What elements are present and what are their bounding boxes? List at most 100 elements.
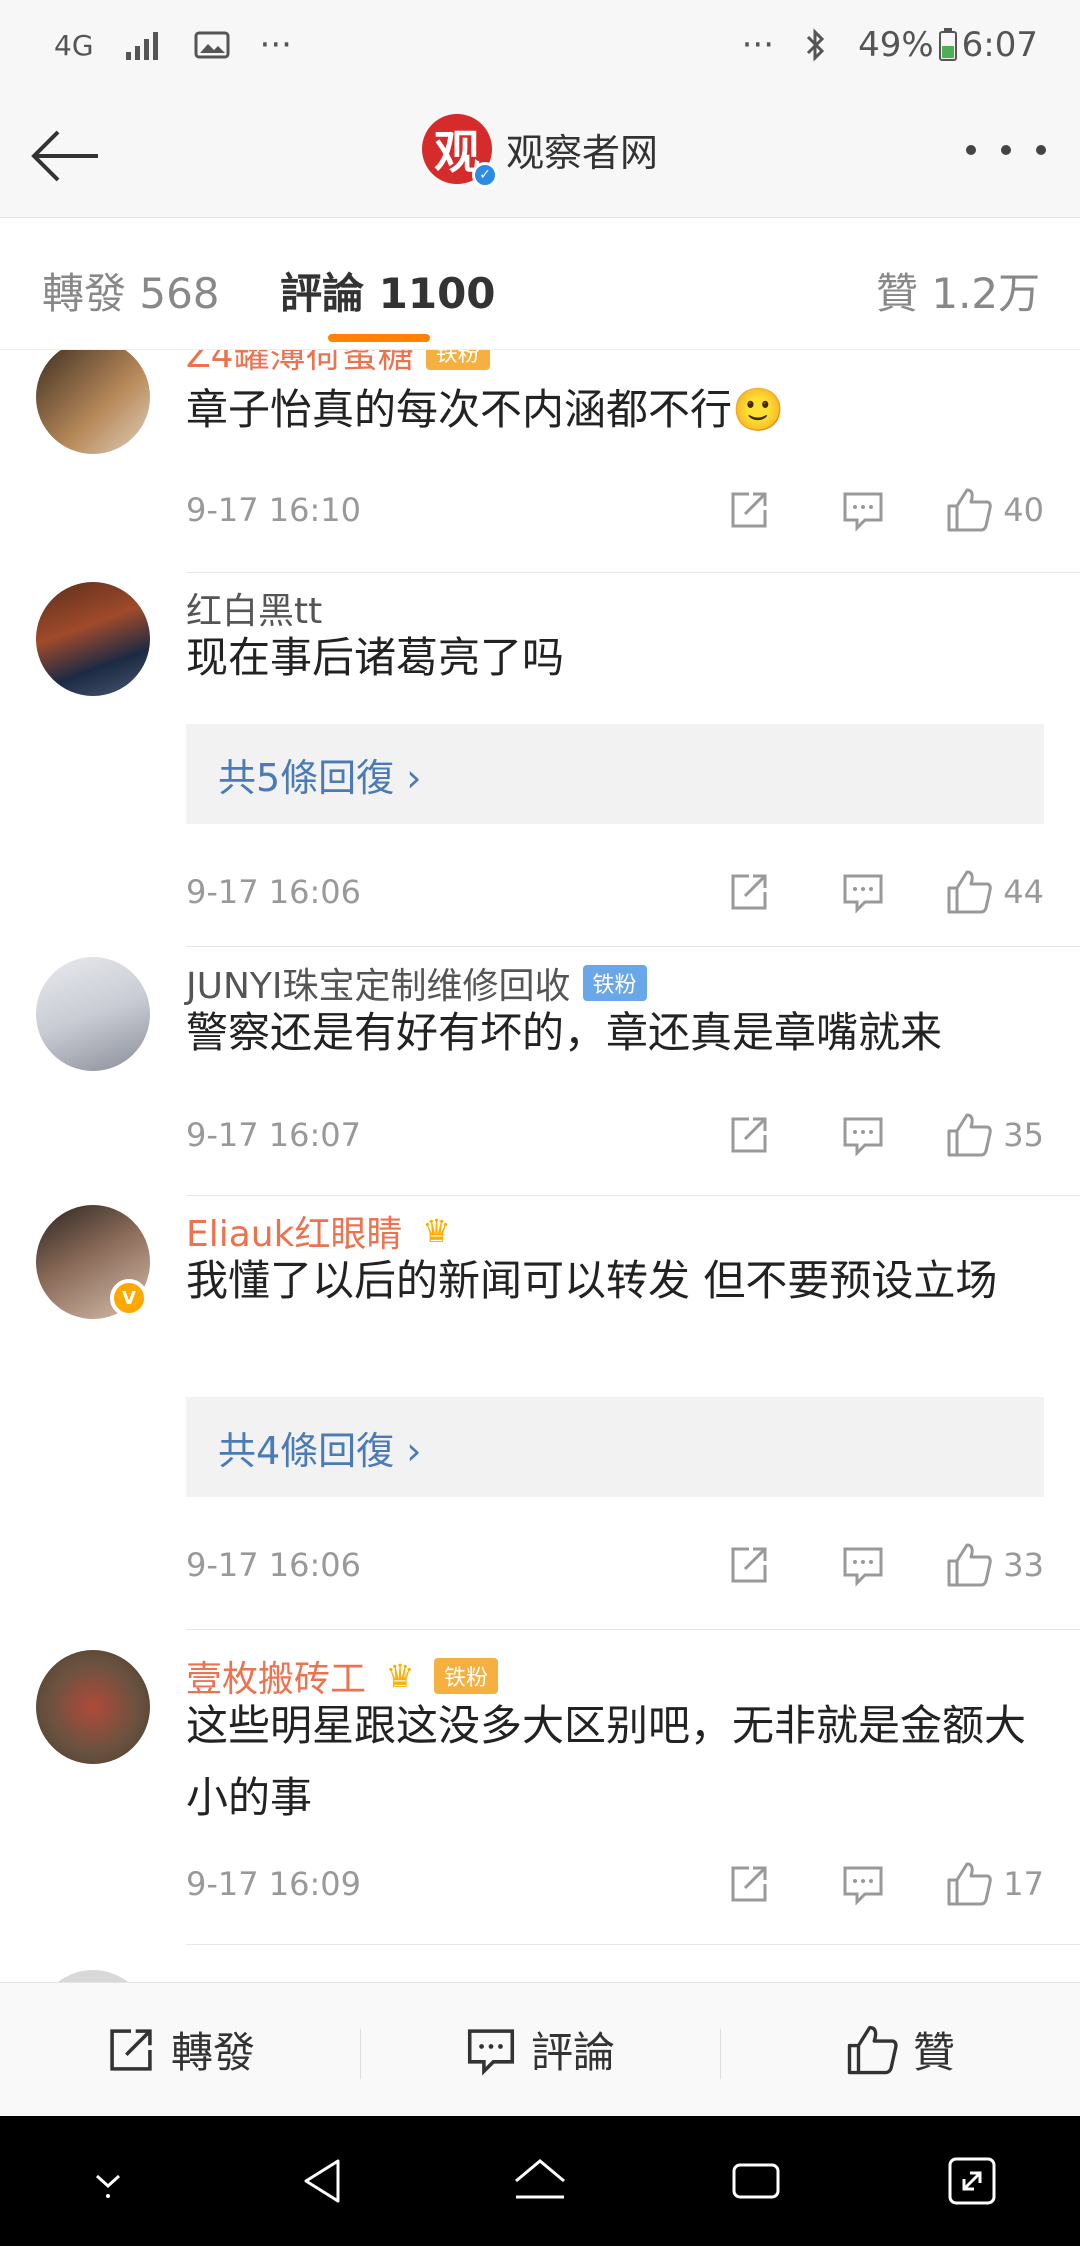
status-bar: 4G ··· ··· 49% 6:07 <box>0 0 1080 90</box>
divider <box>186 946 1080 947</box>
view-replies-button[interactable]: 共4條回復 › <box>186 1397 1044 1497</box>
reply-button[interactable] <box>841 1113 885 1157</box>
like-button[interactable]: 33 <box>945 1541 1044 1589</box>
image-icon <box>194 31 230 59</box>
avatar[interactable]: V <box>36 1205 150 1319</box>
fan-badge: 铁粉 <box>582 965 647 1001</box>
comment-meta: 9-17 16:06 33 <box>186 1535 1044 1595</box>
share-icon <box>731 492 767 528</box>
comment-list[interactable]: Z4罐薄荷蜜糖 铁粉 章子怡真的每次不内涵都不行🙂 9-17 16:10 40 … <box>0 350 1080 1982</box>
active-tab-indicator <box>328 334 430 342</box>
network-label: 4G <box>54 28 94 62</box>
page-title: 观察者网 <box>505 130 658 175</box>
comment-time: 9-17 16:06 <box>186 1546 362 1584</box>
divider <box>186 572 1080 573</box>
system-navigation-bar <box>0 2116 1080 2246</box>
avatar[interactable] <box>36 1970 150 1982</box>
comment-icon <box>843 1866 883 1906</box>
repost-button[interactable] <box>727 1862 771 1906</box>
account-title[interactable]: 观 ✓ 观察者网 <box>0 114 1080 188</box>
thumbs-up-icon <box>947 488 993 532</box>
verified-icon: V <box>110 1279 148 1317</box>
comment-meta: 9-17 16:06 44 <box>186 862 1044 922</box>
tab-likes[interactable]: 贊 1.2万 <box>876 260 1040 321</box>
avatar[interactable] <box>36 957 150 1071</box>
expand-icon <box>948 2157 996 2205</box>
comment-time: 9-17 16:10 <box>186 491 362 529</box>
comment-text: 章子怡真的每次不内涵都不行🙂 <box>186 385 785 434</box>
nav-home-button[interactable] <box>490 2131 590 2231</box>
battery-icon <box>938 28 957 61</box>
thumbs-up-icon <box>947 1862 993 1906</box>
avatar[interactable] <box>36 582 150 696</box>
account-logo: 观 ✓ <box>421 114 498 188</box>
like-label: 贊 <box>912 2028 955 2077</box>
reply-button[interactable] <box>841 1543 885 1587</box>
like-action-button[interactable]: 贊 <box>720 2019 1080 2080</box>
recents-icon <box>732 2163 780 2199</box>
like-count: 35 <box>1003 1116 1044 1154</box>
comment-action-button[interactable]: 評論 <box>360 2019 720 2080</box>
comment-text: 我懂了以后的新闻可以转发 但不要预设立场 <box>186 1256 998 1305</box>
divider <box>186 1944 1080 1945</box>
repost-button[interactable] <box>727 1113 771 1157</box>
comment-icon <box>843 1117 883 1157</box>
back-triangle-icon <box>304 2159 340 2203</box>
like-count: 17 <box>1003 1865 1044 1903</box>
thumbs-up-icon <box>947 1543 993 1587</box>
view-replies-button[interactable]: 共5條回復 › <box>186 724 1044 824</box>
clock: 6:07 <box>961 25 1038 65</box>
repost-action-button[interactable]: 轉發 <box>0 2019 360 2080</box>
comment-text: 这些明星跟这没多大区别吧，无非就是金额大小的事 <box>186 1701 1027 1822</box>
chevron-down-icon <box>95 2174 121 2198</box>
comment-meta: 9-17 16:07 35 <box>186 1105 1044 1165</box>
comment-text: 警察还是有好有坏的，章还真是章嘴就来 <box>186 1008 943 1057</box>
like-count: 44 <box>1003 873 1044 911</box>
reply-button[interactable] <box>841 488 885 532</box>
comment-icon <box>467 2028 515 2076</box>
like-button[interactable]: 40 <box>945 486 1044 534</box>
thumbs-up-icon <box>947 1113 993 1157</box>
top-navigation: 观 ✓ 观察者网 <box>0 90 1080 218</box>
like-button[interactable]: 44 <box>945 868 1044 916</box>
thumbs-up-icon <box>847 2025 898 2074</box>
tab-reposts[interactable]: 轉發 568 <box>42 260 220 321</box>
fan-badge: 铁粉 <box>434 1658 499 1694</box>
verified-icon: ✓ <box>471 162 498 188</box>
thumbs-up-icon <box>947 870 993 914</box>
comment-text: 现在事后诸葛亮了吗 <box>186 633 565 682</box>
share-icon <box>731 1866 767 1902</box>
comment-meta: 9-17 16:09 17 <box>186 1854 1044 1914</box>
avatar[interactable] <box>36 350 150 454</box>
reply-button[interactable] <box>841 870 885 914</box>
comment-time: 9-17 16:07 <box>186 1116 362 1154</box>
comment-time: 9-17 16:09 <box>186 1865 362 1903</box>
home-icon <box>515 2159 565 2199</box>
like-button[interactable]: 35 <box>945 1111 1044 1159</box>
like-button[interactable]: 17 <box>945 1860 1044 1908</box>
like-count: 40 <box>1003 491 1044 529</box>
tab-comments[interactable]: 評論 1100 <box>280 260 496 321</box>
comment-icon <box>843 1547 883 1587</box>
signal-icon <box>125 32 158 60</box>
divider <box>186 1195 1080 1196</box>
comment-time: 9-17 16:06 <box>186 873 362 911</box>
repost-button[interactable] <box>727 488 771 532</box>
comment-meta: 9-17 16:10 40 <box>186 480 1044 540</box>
comment-icon <box>843 492 883 532</box>
nav-expand-button[interactable] <box>922 2131 1022 2231</box>
divider <box>186 1629 1080 1630</box>
avatar[interactable] <box>36 1650 150 1764</box>
reply-button[interactable] <box>841 1862 885 1906</box>
repost-button[interactable] <box>727 1543 771 1587</box>
bluetooth-icon <box>807 28 825 62</box>
nav-recents-button[interactable] <box>706 2131 806 2231</box>
more-options-button[interactable] <box>966 130 1046 170</box>
share-icon <box>731 874 767 910</box>
repost-button[interactable] <box>727 870 771 914</box>
more-status-dots: ··· <box>741 25 775 65</box>
nav-back-button[interactable] <box>274 2131 374 2231</box>
share-icon <box>110 2028 152 2071</box>
hide-keyboard-button[interactable] <box>58 2131 158 2231</box>
like-count: 33 <box>1003 1546 1044 1584</box>
